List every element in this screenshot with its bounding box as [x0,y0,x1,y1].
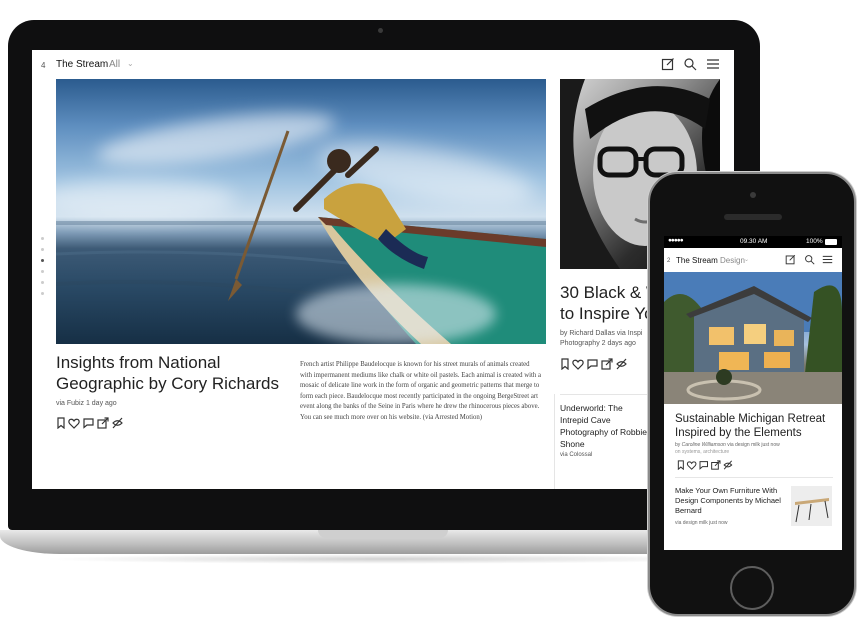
table-illustration [795,498,829,523]
bookmark-icon[interactable] [57,417,65,429]
laptop-notch [318,530,448,538]
article-tags[interactable]: on systems, architecture [675,449,835,456]
pager-dot-active[interactable] [41,259,44,262]
featured-article-title[interactable]: Insights from National Geographic by Cor… [56,352,286,394]
stream-filter[interactable]: Design [720,256,745,265]
stream-title[interactable]: The Stream [676,256,718,265]
featured-action-bar [57,417,123,429]
menu-icon[interactable] [822,254,833,265]
pager-dots [41,237,45,303]
pager-dot[interactable] [41,292,44,295]
home-button[interactable] [730,566,774,610]
laptop-camera [378,28,383,33]
side-action-bar [561,358,627,370]
search-icon[interactable] [804,254,815,265]
comment-icon[interactable] [587,359,598,370]
compose-icon[interactable] [661,57,675,71]
pager-dot[interactable] [41,248,44,251]
pager-dot[interactable] [41,237,44,240]
featured-article-body: French artist Philippe Baudelocque is kn… [300,361,542,421]
featured-action-bar [677,460,733,470]
unread-count: 2 [667,258,671,264]
status-bar: ●●●●● 09.30 AM 100% [664,236,842,248]
laptop-app-header: 4 The Stream All ⌄ [32,50,734,80]
share-icon[interactable] [711,460,721,470]
chevron-down-icon[interactable]: ⌄ [744,256,749,263]
row-divider [560,394,660,395]
row-divider [675,477,833,478]
hide-icon[interactable] [112,417,123,429]
battery-icon [825,239,837,245]
featured-article-meta: by Caroline Williamson via design milk j… [675,442,835,456]
unread-count: 4 [41,61,46,70]
second-article-thumbnail[interactable] [791,486,832,526]
comment-icon[interactable] [83,418,94,429]
stream-title[interactable]: The Stream [56,59,108,70]
bookmark-icon[interactable] [677,460,684,470]
second-article-meta: via design milk just now [675,520,728,526]
column-divider [554,394,555,489]
signal-indicator: ●●●●● [668,237,684,244]
house-illustration [664,272,842,404]
featured-article-title[interactable]: Sustainable Michigan Retreat Inspired by… [675,412,835,440]
share-icon[interactable] [601,358,613,370]
featured-photo[interactable] [56,79,546,344]
comment-icon[interactable] [699,461,708,470]
author-name[interactable]: Caroline Williamson [682,442,726,448]
heart-icon[interactable] [686,461,697,470]
phone-speaker [724,214,782,220]
featured-photo[interactable] [664,272,842,404]
heart-icon[interactable] [68,418,80,429]
hide-icon[interactable] [616,358,627,370]
compose-icon[interactable] [785,254,796,265]
menu-icon[interactable] [706,57,720,71]
laptop-shadow [40,554,730,564]
meta-source: via design milk just now [725,442,780,448]
phone-app-header: 2 The Stream Design ⌄ [664,248,842,272]
phone-device: ●●●●● 09.30 AM 100% 2 The Stream Design … [648,172,856,616]
status-time: 09.30 AM [740,238,768,245]
phone-screen: ●●●●● 09.30 AM 100% 2 The Stream Design … [664,236,842,550]
second-article-title[interactable]: Make Your Own Furniture With Design Comp… [675,486,787,516]
side-article-2-meta: via Colossal [560,452,593,458]
bookmark-icon[interactable] [561,358,569,370]
featured-article-meta: via Fubiz 1 day ago [56,400,117,407]
laptop-screen: 4 The Stream All ⌄ Insights from Nationa… [32,50,734,489]
share-icon[interactable] [97,417,109,429]
pager-dot[interactable] [41,281,44,284]
stream-filter[interactable]: All [109,59,120,70]
phone-camera [750,192,756,198]
hide-icon[interactable] [723,460,733,470]
search-icon[interactable] [683,57,697,71]
heart-icon[interactable] [572,359,584,370]
chevron-down-icon[interactable]: ⌄ [127,59,134,68]
pager-dot[interactable] [41,270,44,273]
meta-prefix: by [675,442,682,448]
battery-percent: 100% [806,238,823,245]
side-article-2-title[interactable]: Underworld: The Intrepid Cave Photograph… [560,402,650,450]
